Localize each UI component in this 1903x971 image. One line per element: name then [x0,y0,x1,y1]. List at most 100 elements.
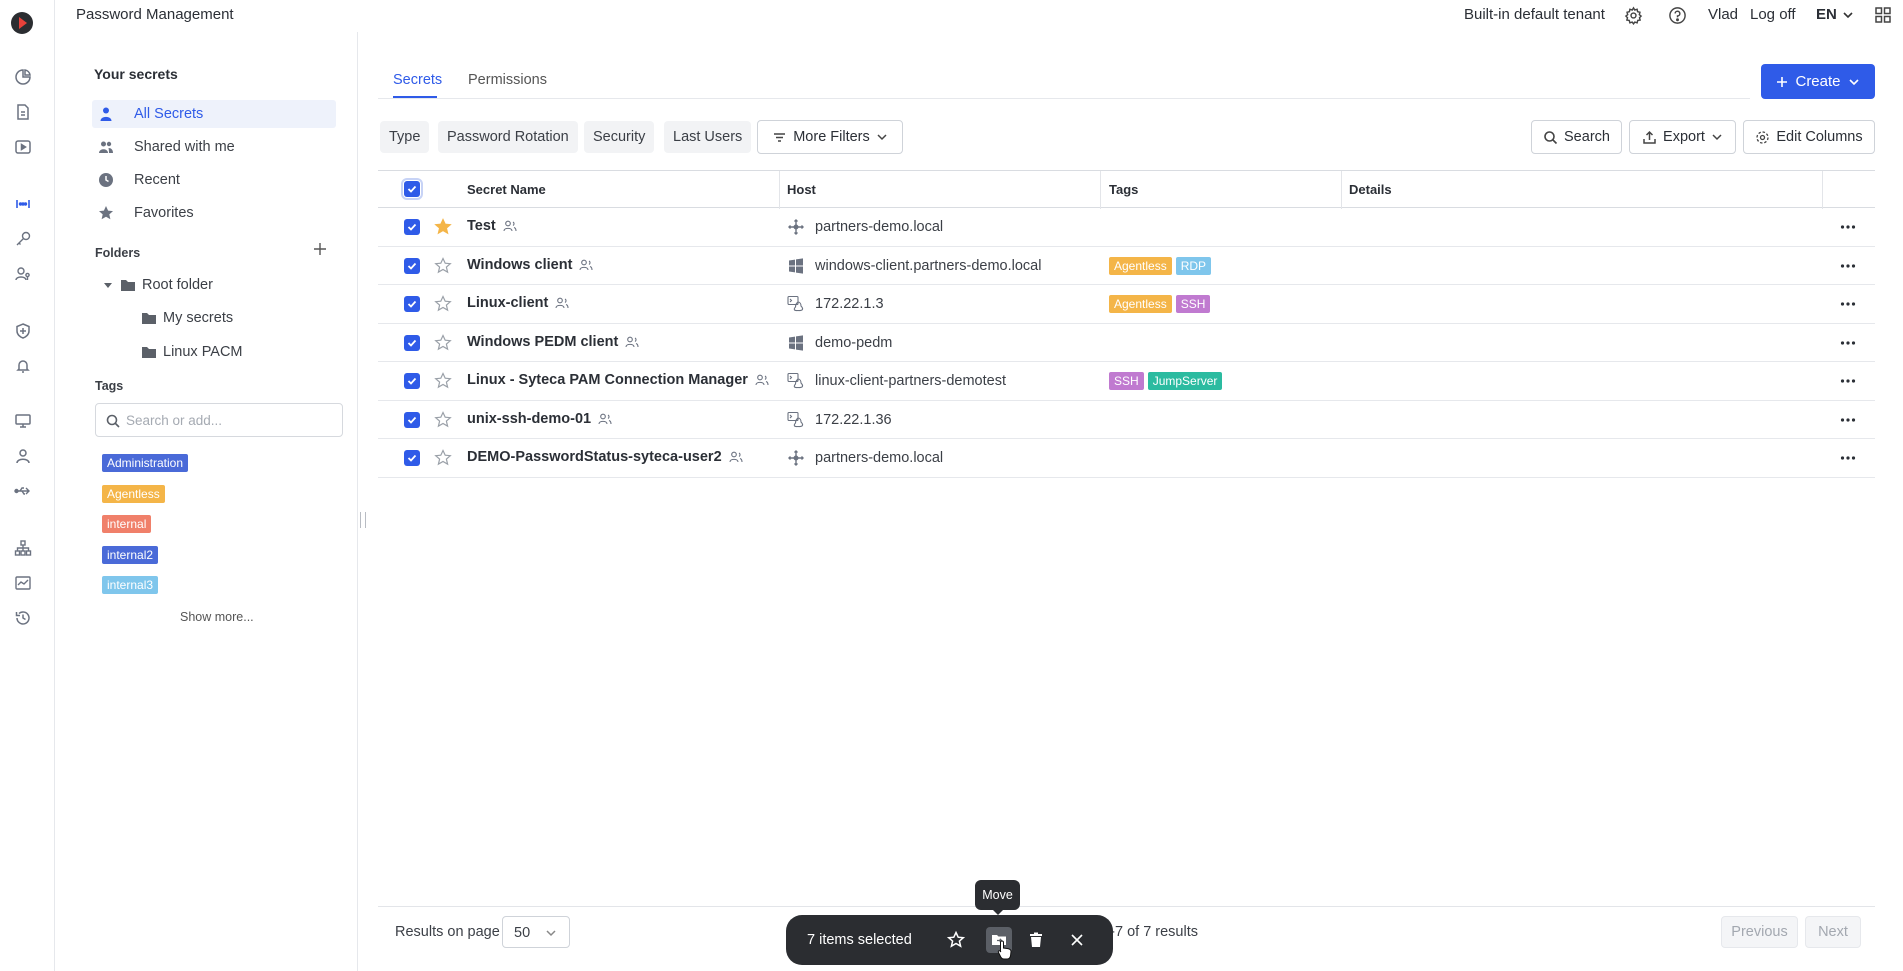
favorite-star-icon[interactable] [434,295,452,313]
export-button[interactable]: Export [1629,120,1736,154]
add-folder-plus-icon[interactable] [313,242,327,256]
column-header-secret-name[interactable]: Secret Name [467,182,546,197]
filter-security[interactable]: Security [584,121,655,153]
secret-name[interactable]: Linux-client [467,295,569,311]
select-all-checkbox[interactable] [401,178,423,200]
logoff-link[interactable]: Log off [1750,6,1796,23]
secret-name[interactable]: unix-ssh-demo-01 [467,411,612,427]
user-name[interactable]: Vlad [1708,6,1738,23]
row-more-actions-icon[interactable] [1838,333,1858,353]
usb-icon[interactable] [14,482,32,500]
favorite-star-icon[interactable] [434,218,452,236]
tag-internal[interactable]: internal [102,515,152,533]
column-separator[interactable] [1822,171,1823,209]
close-icon[interactable] [1067,930,1087,950]
secret-name[interactable]: Test [467,218,517,234]
row-more-actions-icon[interactable] [1838,448,1858,468]
dashboard-icon[interactable] [14,68,32,86]
secret-name[interactable]: Linux - Syteca PAM Connection Manager [467,372,769,388]
row-tag[interactable]: Agentless [1109,295,1172,313]
row-tag[interactable]: SSH [1109,372,1144,390]
apps-grid-icon[interactable] [1874,6,1893,25]
filter-type[interactable]: Type [380,121,430,153]
syteca-logo-icon[interactable] [10,11,34,35]
table-row[interactable]: Windows PEDM client demo-pedm [378,324,1875,362]
table-row[interactable]: Test partners-demo.local [378,208,1875,247]
favorite-star-icon[interactable] [434,333,452,352]
analytics-icon[interactable] [14,574,32,592]
row-checkbox[interactable] [404,334,420,351]
column-separator[interactable] [1341,171,1342,209]
folder-linux-pacm[interactable]: Linux PACM [141,344,243,360]
users-key-icon[interactable] [14,265,32,283]
row-checkbox[interactable] [404,257,420,274]
password-icon[interactable] [14,195,32,213]
row-more-actions-icon[interactable] [1838,410,1858,430]
sidebar-item-all-secrets[interactable]: All Secrets [92,100,336,128]
favorite-star-icon[interactable] [434,372,452,390]
tag-search-input[interactable] [126,410,336,430]
secret-name[interactable]: DEMO-PasswordStatus-syteca-user2 [467,449,743,465]
shield-icon[interactable] [14,322,32,340]
favorite-star-icon[interactable] [434,256,452,275]
history-icon[interactable] [14,609,32,627]
table-row[interactable]: DEMO-PasswordStatus-syteca-user2 partner… [378,439,1875,478]
table-row[interactable]: unix-ssh-demo-01 172.22.1.36 [378,401,1875,439]
favorite-star-icon[interactable] [434,410,452,429]
keys-icon[interactable] [14,230,32,248]
reports-icon[interactable] [14,103,32,121]
column-separator[interactable] [779,171,780,209]
tag-internal2[interactable]: internal2 [102,546,159,564]
tag-administration[interactable]: Administration [102,454,189,472]
table-row[interactable]: Windows client windows-client.partners-d… [378,247,1875,285]
column-header-host[interactable]: Host [787,182,816,197]
filter-last-users[interactable]: Last Users [664,121,752,153]
tag-internal3[interactable]: internal3 [102,576,159,594]
folder-my-secrets[interactable]: My secrets [141,310,233,326]
table-row[interactable]: Linux - Syteca PAM Connection Manager li… [378,362,1875,401]
row-checkbox[interactable] [404,450,420,466]
column-header-details[interactable]: Details [1349,182,1392,197]
row-checkbox[interactable] [404,296,420,312]
previous-page-button[interactable]: Previous [1721,916,1798,948]
table-row[interactable]: Linux-client 172.22.1.3 Agentless SSH [378,285,1875,324]
alerts-icon[interactable] [14,357,32,375]
column-header-tags[interactable]: Tags [1109,182,1138,197]
settings-gear-icon[interactable] [1624,6,1643,25]
row-tag[interactable]: JumpServer [1147,372,1223,390]
folder-root[interactable]: Root folder [102,277,213,293]
row-checkbox[interactable] [404,219,420,235]
network-icon[interactable] [14,539,32,557]
tab-permissions[interactable]: Permissions [468,72,547,88]
row-checkbox[interactable] [404,411,420,428]
tenant-selector[interactable]: Built-in default tenant [1464,6,1605,23]
sessions-icon[interactable] [14,138,32,156]
language-selector[interactable]: EN [1816,6,1854,23]
results-on-page-select[interactable]: 50 [502,916,570,948]
filter-password-rotation[interactable]: Password Rotation [438,121,578,153]
row-more-actions-icon[interactable] [1838,371,1858,391]
more-filters-button[interactable]: More Filters [757,120,903,154]
delete-trash-icon[interactable] [1026,930,1046,950]
secret-name[interactable]: Windows PEDM client [467,334,639,350]
row-more-actions-icon[interactable] [1838,256,1858,276]
row-tag[interactable]: RDP [1175,256,1212,275]
sidebar-item-favorites[interactable]: Favorites [92,199,336,227]
favorite-star-icon[interactable] [946,930,966,950]
row-checkbox[interactable] [404,373,420,389]
row-more-actions-icon[interactable] [1838,294,1858,314]
show-more-tags-link[interactable]: Show more... [180,610,254,624]
tab-secrets[interactable]: Secrets [393,72,442,88]
row-tag[interactable]: SSH [1175,295,1211,313]
row-more-actions-icon[interactable] [1838,217,1858,237]
tag-agentless[interactable]: Agentless [102,485,165,503]
edit-columns-button[interactable]: Edit Columns [1743,120,1875,154]
create-button[interactable]: Create [1761,64,1875,99]
panel-resize-handle[interactable] [360,512,366,528]
sidebar-item-shared-with-me[interactable]: Shared with me [92,133,336,161]
favorite-star-icon[interactable] [434,449,452,467]
secret-name[interactable]: Windows client [467,257,593,273]
column-separator[interactable] [1100,171,1101,209]
next-page-button[interactable]: Next [1805,916,1861,948]
sidebar-item-recent[interactable]: Recent [92,166,336,194]
